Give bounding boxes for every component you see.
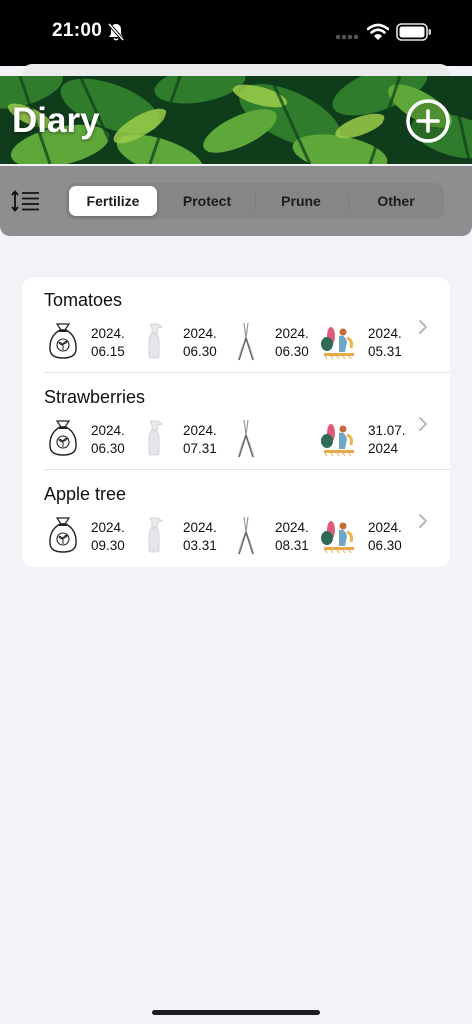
spray-bottle-icon [148, 420, 163, 456]
chevron-right-icon [419, 514, 427, 528]
fertilizer-bag-icon [49, 420, 77, 456]
add-plant-button[interactable] [405, 98, 451, 144]
protect-date: 2024. 07.31 [183, 423, 217, 456]
fertilize-date: 2024. 06.15 [91, 326, 125, 359]
pruning-shears-icon [237, 516, 255, 555]
tab-fertilize[interactable]: Fertilize [69, 186, 157, 216]
home-indicator[interactable] [152, 1010, 320, 1015]
row-separator [44, 469, 450, 470]
status-time: 21:00 [52, 20, 103, 41]
plant-name: Apple tree [44, 484, 127, 504]
segment-divider [348, 193, 349, 209]
spray-bottle-icon [148, 517, 163, 553]
status-bar: 21:00 [0, 0, 472, 66]
battery-icon [396, 23, 431, 41]
page-title: Diary [12, 101, 100, 140]
pruning-shears-icon [237, 322, 255, 361]
spray-bottle-icon [148, 323, 163, 359]
cellular-dots-icon [335, 34, 359, 40]
prune-date [275, 422, 319, 440]
header-banner: Diary [0, 76, 472, 164]
sort-icon[interactable] [11, 190, 41, 212]
other-date: 31.07. 2024 [368, 423, 406, 456]
wifi-icon [367, 23, 389, 40]
prune-date: 2024. 06.30 [275, 326, 309, 359]
protect-date: 2024. 06.30 [183, 326, 217, 359]
prune-date: 2024. 08.31 [275, 520, 309, 553]
fertilizer-bag-icon [49, 323, 77, 359]
fertilizer-bag-icon [49, 517, 77, 553]
other-date: 2024. 06.30 [368, 520, 402, 553]
plant-name: Strawberries [44, 387, 146, 407]
fertilize-date: 2024. 09.30 [91, 520, 125, 553]
segment-divider [255, 193, 256, 209]
plant-row[interactable]: Tomatoes 2024. 06.15 2024. 06.30 2024. 06.3… [22, 277, 450, 373]
gardener-icon [321, 327, 354, 360]
plant-row[interactable]: Strawberries 2024. 06.30 2024. 07.31 31.… [22, 374, 450, 470]
pruning-shears-icon [237, 419, 255, 458]
plant-name: Tomatoes [44, 290, 123, 310]
gardener-icon [321, 521, 354, 554]
other-date: 2024. 05.31 [368, 326, 402, 359]
row-separator [44, 372, 450, 373]
chevron-right-icon [419, 320, 427, 334]
silent-bell-icon [107, 22, 125, 42]
chevron-right-icon [419, 417, 427, 431]
protect-date: 2024. 03.31 [183, 520, 217, 553]
plant-row[interactable]: Apple tree 2024. 09.30 2024. 03.31 2024. 08… [22, 471, 450, 567]
tab-protect[interactable]: Protect [163, 186, 251, 216]
gardener-icon [321, 424, 354, 457]
fertilize-date: 2024. 06.30 [91, 423, 125, 456]
plant-list: Tomatoes 2024. 06.15 2024. 06.30 2024. 06.3… [22, 277, 450, 567]
tab-prune[interactable]: Prune [257, 186, 345, 216]
tab-other[interactable]: Other [352, 186, 440, 216]
